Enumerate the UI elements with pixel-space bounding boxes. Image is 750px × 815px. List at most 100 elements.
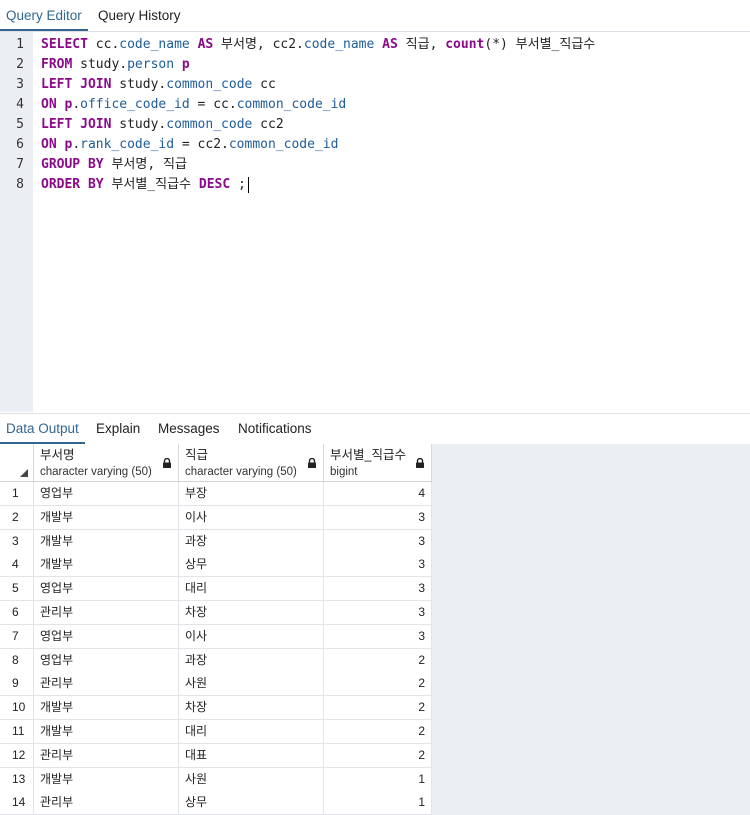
table-row[interactable]: 5 영업부 대리 3 <box>0 577 432 602</box>
cell-count[interactable]: 4 <box>324 482 432 505</box>
table-row[interactable]: 12 관리부 대표 2 <box>0 743 432 768</box>
cell-rank[interactable]: 대리 <box>179 577 324 601</box>
cell-count[interactable]: 3 <box>324 553 432 577</box>
cell-count[interactable]: 2 <box>324 696 432 720</box>
code-line[interactable]: LEFT JOIN study.common_code cc2 <box>41 115 284 135</box>
cell-department[interactable]: 개발부 <box>34 767 179 791</box>
sql-identifier: code_name <box>303 37 375 52</box>
cell-count[interactable]: 1 <box>324 767 432 791</box>
cell-count[interactable]: 3 <box>324 624 432 648</box>
row-number[interactable]: 12 <box>0 743 34 767</box>
row-number[interactable]: 3 <box>0 529 34 553</box>
sql-text: 부서별_직급수 <box>103 177 199 192</box>
cell-rank[interactable]: 차장 <box>179 696 324 720</box>
cell-count[interactable]: 3 <box>324 529 432 553</box>
code-line[interactable]: GROUP BY 부서명, 직급 <box>41 155 187 175</box>
line-number: 7 <box>16 157 24 172</box>
tab-query-editor[interactable]: Query Editor <box>0 0 88 31</box>
row-number[interactable]: 8 <box>0 648 34 672</box>
column-header[interactable]: 부서명 character varying (50) <box>34 444 179 481</box>
tab-notifications[interactable]: Notifications <box>232 414 318 444</box>
row-number[interactable]: 1 <box>0 482 34 505</box>
cell-rank[interactable]: 과장 <box>179 529 324 553</box>
cell-department[interactable]: 관리부 <box>34 601 179 624</box>
sql-editor[interactable]: 1 2 3 4 5 6 7 8 SELECT cc.code_name AS 부… <box>0 32 750 412</box>
row-number[interactable]: 10 <box>0 696 34 720</box>
cell-rank[interactable]: 사원 <box>179 767 324 791</box>
code-line[interactable]: ORDER BY 부서별_직급수 DESC ; <box>41 175 249 195</box>
row-number[interactable]: 7 <box>0 624 34 648</box>
sql-keyword: LEFT JOIN <box>41 117 112 132</box>
cell-department[interactable]: 관리부 <box>34 791 179 815</box>
data-output-grid: 부서명 character varying (50) 직급 character … <box>0 444 750 815</box>
table-row[interactable]: 9 관리부 사원 2 <box>0 672 432 697</box>
cell-count[interactable]: 2 <box>324 672 432 696</box>
line-number: 1 <box>16 37 24 52</box>
sql-keyword: p <box>181 57 190 72</box>
table-row[interactable]: 1 영업부 부장 4 <box>0 482 432 506</box>
tab-query-history[interactable]: Query History <box>92 0 187 31</box>
cell-count[interactable]: 2 <box>324 720 432 743</box>
cell-count[interactable]: 3 <box>324 601 432 624</box>
select-all-icon[interactable] <box>20 469 28 477</box>
cell-rank[interactable]: 상무 <box>179 553 324 577</box>
cell-rank[interactable]: 이사 <box>179 624 324 648</box>
table-row[interactable]: 13 개발부 사원 1 <box>0 767 432 792</box>
row-number[interactable]: 13 <box>0 767 34 791</box>
cell-department[interactable]: 개발부 <box>34 529 179 553</box>
table-row[interactable]: 3 개발부 과장 3 <box>0 529 432 554</box>
cell-count[interactable]: 3 <box>324 505 432 529</box>
row-number[interactable]: 11 <box>0 720 34 743</box>
row-number[interactable]: 6 <box>0 601 34 624</box>
cell-department[interactable]: 관리부 <box>34 743 179 767</box>
cell-department[interactable]: 개발부 <box>34 505 179 529</box>
cell-department[interactable]: 관리부 <box>34 672 179 696</box>
row-number[interactable]: 2 <box>0 505 34 529</box>
row-number[interactable]: 9 <box>0 672 34 696</box>
cell-department[interactable]: 개발부 <box>34 720 179 743</box>
cell-rank[interactable]: 대리 <box>179 720 324 743</box>
cell-rank[interactable]: 대표 <box>179 743 324 767</box>
code-line[interactable]: ON p.office_code_id = cc.common_code_id <box>41 95 346 115</box>
column-header[interactable]: 직급 character varying (50) <box>179 444 324 481</box>
cell-count[interactable]: 1 <box>324 791 432 815</box>
table-row[interactable]: 7 영업부 이사 3 <box>0 624 432 649</box>
table-row[interactable]: 10 개발부 차장 2 <box>0 696 432 721</box>
cell-count[interactable]: 2 <box>324 648 432 672</box>
cell-count[interactable]: 3 <box>324 577 432 601</box>
tab-messages[interactable]: Messages <box>152 414 226 444</box>
row-number[interactable]: 14 <box>0 791 34 815</box>
cell-count[interactable]: 2 <box>324 743 432 767</box>
row-number[interactable]: 5 <box>0 577 34 601</box>
code-line[interactable]: ON p.rank_code_id = cc2.common_code_id <box>41 135 338 155</box>
tab-data-output[interactable]: Data Output <box>0 414 85 444</box>
code-line[interactable]: LEFT JOIN study.common_code cc <box>41 75 276 95</box>
code-line[interactable]: SELECT cc.code_name AS 부서명, cc2.code_nam… <box>41 35 595 55</box>
row-number[interactable]: 4 <box>0 553 34 577</box>
code-line[interactable]: FROM study.person p <box>41 55 190 75</box>
cell-rank[interactable]: 사원 <box>179 672 324 696</box>
cell-rank[interactable]: 부장 <box>179 482 324 505</box>
line-number-gutter: 1 2 3 4 5 6 7 8 <box>0 32 33 412</box>
tab-explain[interactable]: Explain <box>90 414 146 444</box>
table-row[interactable]: 11 개발부 대리 2 <box>0 720 432 744</box>
cell-rank[interactable]: 상무 <box>179 791 324 815</box>
cell-rank[interactable]: 과장 <box>179 648 324 672</box>
cell-department[interactable]: 영업부 <box>34 577 179 601</box>
cell-rank[interactable]: 차장 <box>179 601 324 624</box>
column-header[interactable]: 부서별_직급수 bigint <box>324 444 432 481</box>
row-number-header[interactable] <box>0 444 34 481</box>
cell-department[interactable]: 영업부 <box>34 482 179 505</box>
cell-department[interactable]: 개발부 <box>34 553 179 577</box>
table-row[interactable]: 4 개발부 상무 3 <box>0 553 432 578</box>
sql-keyword: ON <box>41 97 57 112</box>
cell-department[interactable]: 개발부 <box>34 696 179 720</box>
table-row[interactable]: 8 영업부 과장 2 <box>0 648 432 673</box>
cell-department[interactable]: 영업부 <box>34 624 179 648</box>
table-row[interactable]: 6 관리부 차장 3 <box>0 601 432 625</box>
cell-rank[interactable]: 이사 <box>179 505 324 529</box>
text-cursor <box>247 176 249 193</box>
cell-department[interactable]: 영업부 <box>34 648 179 672</box>
table-row[interactable]: 14 관리부 상무 1 <box>0 791 432 815</box>
table-row[interactable]: 2 개발부 이사 3 <box>0 505 432 530</box>
